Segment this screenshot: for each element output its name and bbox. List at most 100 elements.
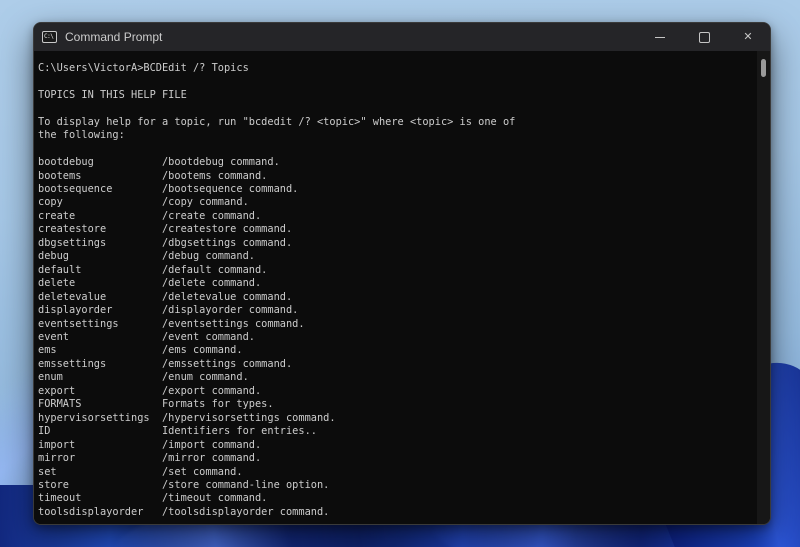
topic-description: /export command. xyxy=(161,384,262,397)
topic-description: /dbgsettings command. xyxy=(161,236,293,249)
topic-row: bootsequence/bootsequence command. xyxy=(38,183,757,196)
topic-description: /ems command. xyxy=(161,344,243,357)
intro-line-2: the following: xyxy=(38,129,125,142)
topic-name: deletevalue xyxy=(38,290,107,303)
topic-description: /import command. xyxy=(161,438,262,451)
cmd-icon: C:\ xyxy=(42,31,57,43)
scrollbar-thumb[interactable] xyxy=(761,59,766,77)
topic-row: bootdebug/bootdebug command. xyxy=(38,156,757,169)
topic-name: dbgsettings xyxy=(38,236,107,249)
window-controls: ✕ xyxy=(638,23,770,51)
topic-row: set/set command. xyxy=(38,466,757,479)
scrollbar-track[interactable] xyxy=(757,51,770,524)
minimize-button[interactable] xyxy=(638,23,682,51)
topic-description: /timeout command. xyxy=(161,492,268,505)
topic-name: debug xyxy=(38,250,69,263)
topic-name: copy xyxy=(38,196,63,209)
topic-name: eventsettings xyxy=(38,317,119,330)
topic-name: import xyxy=(38,438,76,451)
topic-name: create xyxy=(38,209,76,222)
topic-description: /set command. xyxy=(161,465,243,478)
topic-description: /createstore command. xyxy=(161,223,293,236)
topic-description: /enum command. xyxy=(161,371,249,384)
topic-description: /create command. xyxy=(161,209,262,222)
topic-row: displayorder/displayorder command. xyxy=(38,304,757,317)
topic-row: hypervisorsettings/hypervisorsettings co… xyxy=(38,412,757,425)
topic-name: hypervisorsettings xyxy=(38,411,150,424)
topic-row: deletevalue/deletevalue command. xyxy=(38,291,757,304)
topic-name: delete xyxy=(38,277,76,290)
intro-line-1: To display help for a topic, run "bcdedi… xyxy=(38,115,516,128)
minimize-icon xyxy=(655,36,665,38)
topic-name: FORMATS xyxy=(38,398,82,411)
window-titlebar[interactable]: C:\ Command Prompt ✕ xyxy=(34,23,770,51)
topic-row: create/create command. xyxy=(38,210,757,223)
topic-description: /bootdebug command. xyxy=(161,156,280,169)
topic-row: enum/enum command. xyxy=(38,371,757,384)
topic-description: /debug command. xyxy=(161,250,255,263)
topic-row: bootems/bootems command. xyxy=(38,170,757,183)
close-icon: ✕ xyxy=(743,30,753,43)
topic-row: mirror/mirror command. xyxy=(38,452,757,465)
topic-row: dbgsettings/dbgsettings command. xyxy=(38,237,757,250)
topic-row: default/default command. xyxy=(38,264,757,277)
topic-description: /default command. xyxy=(161,263,268,276)
prompt-line: C:\Users\VictorA>BCDEdit /? Topics xyxy=(38,62,249,74)
topics-list: bootdebug/bootdebug command. bootems/boot… xyxy=(38,156,757,519)
topic-description: /bootems command. xyxy=(161,169,268,182)
cmd-icon-text: C:\ xyxy=(44,33,54,40)
help-heading: TOPICS IN THIS HELP FILE xyxy=(38,88,187,101)
command-prompt-window: C:\ Command Prompt ✕ C:\Users\VictorA>BC… xyxy=(33,22,771,525)
topic-row: createstore/createstore command. xyxy=(38,223,757,236)
topic-name: emssettings xyxy=(38,357,107,370)
topic-name: store xyxy=(38,479,69,491)
topic-name: event xyxy=(38,331,69,344)
topic-row: debug/debug command. xyxy=(38,250,757,263)
topic-row: eventsettings/eventsettings command. xyxy=(38,318,757,331)
topic-row: ID Identifiers for entries.. xyxy=(38,425,757,438)
topic-description: /copy command. xyxy=(161,196,249,209)
topic-description: /deletevalue command. xyxy=(161,290,293,303)
topic-row: copy/copy command. xyxy=(38,196,757,209)
desktop: C:\ Command Prompt ✕ C:\Users\VictorA>BC… xyxy=(0,0,800,547)
topic-name: export xyxy=(38,384,76,397)
topic-row: FORMATS Formats for types. xyxy=(38,398,757,411)
close-button[interactable]: ✕ xyxy=(726,23,770,51)
topic-name: mirror xyxy=(38,452,76,465)
topic-description: Formats for types. xyxy=(161,398,274,411)
topic-name: displayorder xyxy=(38,304,113,317)
topic-name: createstore xyxy=(38,223,107,236)
topic-name: bootsequence xyxy=(38,183,113,196)
topic-description: /bootsequence command. xyxy=(161,183,299,196)
window-title: Command Prompt xyxy=(65,30,163,44)
topic-name: bootdebug xyxy=(38,156,94,169)
topic-name: default xyxy=(38,263,82,276)
topic-row: export/export command. xyxy=(38,385,757,398)
topic-row: delete/delete command. xyxy=(38,277,757,290)
topic-name: ID xyxy=(38,425,51,438)
maximize-icon xyxy=(698,31,710,43)
maximize-button[interactable] xyxy=(682,23,726,51)
topic-row: toolsdisplayorder/toolsdisplayorder comm… xyxy=(38,506,757,519)
topic-description: Identifiers for entries.. xyxy=(161,425,317,438)
topic-row: event/event command. xyxy=(38,331,757,344)
topic-row: ems/ems command. xyxy=(38,344,757,357)
topic-description: /delete command. xyxy=(161,277,262,290)
topic-description: /emssettings command. xyxy=(161,357,293,370)
topic-row: emssettings/emssettings command. xyxy=(38,358,757,371)
topic-name: toolsdisplayorder xyxy=(38,505,144,518)
topic-name: set xyxy=(38,465,57,478)
topic-row: store/store command-line option. xyxy=(38,479,757,492)
topic-name: bootems xyxy=(38,169,82,182)
topic-description: /mirror command. xyxy=(161,452,262,465)
topic-name: enum xyxy=(38,371,63,384)
topic-row: import/import command. xyxy=(38,439,757,452)
terminal-screen[interactable]: C:\Users\VictorA>BCDEdit /? Topics TOPIC… xyxy=(34,51,757,524)
topic-description: /event command. xyxy=(161,331,255,344)
topic-description: /eventsettings command. xyxy=(161,317,305,330)
topic-description: /hypervisorsettings command. xyxy=(161,411,336,424)
topic-name: ems xyxy=(38,344,57,357)
